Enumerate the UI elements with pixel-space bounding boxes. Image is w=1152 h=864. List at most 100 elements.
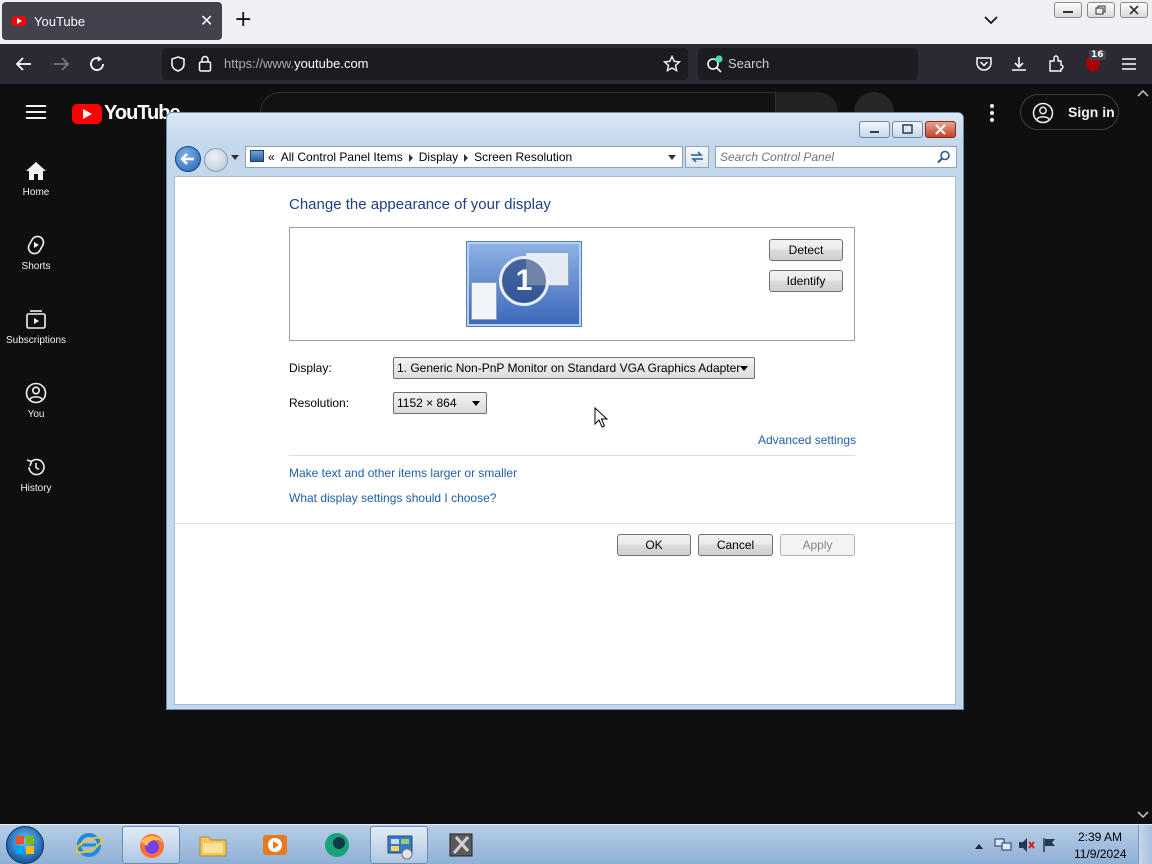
browser-search-bar[interactable]: Search [698, 48, 918, 80]
lock-icon[interactable] [198, 55, 212, 72]
youtube-logo-icon[interactable] [72, 104, 102, 124]
control-panel-icon [387, 835, 413, 860]
taskbar-control-panel[interactable] [370, 826, 428, 864]
resolution-select[interactable]: 1152 × 864 [393, 392, 487, 414]
sidebar-item-label: Home [22, 187, 50, 198]
url-text[interactable]: https://www.youtube.com [224, 56, 369, 71]
reload-icon[interactable] [88, 55, 106, 73]
taskbar-media-player[interactable] [246, 826, 304, 864]
bookmark-star-icon[interactable] [663, 55, 681, 73]
taskbar-internet-explorer[interactable] [60, 826, 118, 864]
downloads-icon[interactable] [1010, 55, 1028, 73]
text-size-link[interactable]: Make text and other items larger or smal… [289, 466, 517, 480]
address-bar[interactable]: « All Control Panel Items Display Screen R… [245, 146, 683, 168]
sidebar-item-label: Shorts [21, 261, 51, 272]
window-restore-button[interactable] [1087, 2, 1115, 18]
apply-button[interactable]: Apply [780, 534, 855, 556]
address-dropdown-icon[interactable] [668, 155, 676, 160]
monitor-number-badge: 1 [499, 256, 549, 306]
chevron-down-icon[interactable] [983, 12, 999, 28]
back-button[interactable] [175, 146, 201, 172]
forward-button[interactable] [204, 148, 228, 172]
breadcrumb-item[interactable]: Display [419, 150, 458, 164]
start-button[interactable] [6, 826, 44, 864]
monitor-1-tile[interactable]: 1 [466, 241, 582, 327]
display-label: Display: [289, 361, 332, 375]
window-title-bar[interactable] [167, 113, 963, 143]
taskbar-firefox[interactable] [122, 826, 180, 864]
more-options-icon[interactable] [990, 104, 994, 122]
refresh-icon [691, 151, 703, 163]
pocket-icon[interactable] [975, 55, 993, 73]
minimize-button[interactable] [859, 121, 890, 138]
dropdown-arrow-icon [740, 366, 748, 371]
sidebar-item-history[interactable]: History [0, 456, 72, 494]
sidebar-item-label: History [20, 483, 52, 494]
search-icon[interactable] [937, 150, 951, 164]
breadcrumb-arrow-icon[interactable] [408, 153, 413, 162]
url-bar[interactable]: https://www.youtube.com [162, 48, 688, 80]
cancel-button[interactable]: Cancel [698, 534, 773, 556]
sidebar-item-subscriptions[interactable]: Subscriptions [0, 308, 72, 346]
shorts-icon [27, 235, 45, 255]
window-minimize-button[interactable] [1054, 2, 1082, 18]
sidebar-item-shorts[interactable]: Shorts [0, 234, 72, 272]
tab-close-icon[interactable]: ✕ [200, 11, 213, 30]
clock-time[interactable]: 2:39 AM [1078, 830, 1122, 844]
youtube-favicon-icon [12, 16, 26, 26]
hamburger-menu-icon[interactable] [1120, 55, 1138, 73]
identify-button[interactable]: Identify [769, 270, 843, 292]
ok-button[interactable]: OK [617, 534, 691, 556]
resolution-label: Resolution: [289, 396, 350, 410]
divider [289, 455, 855, 456]
show-hidden-icons-icon[interactable] [974, 842, 984, 850]
back-arrow-icon[interactable] [15, 55, 33, 73]
app-tools-icon [449, 833, 473, 857]
address-toolbar: « All Control Panel Items Display Screen R… [167, 143, 963, 175]
resolution-select-value: 1152 × 864 [397, 396, 457, 410]
forward-arrow-icon[interactable] [52, 55, 70, 73]
clock-date[interactable]: 11/9/2024 [1074, 847, 1127, 861]
window-close-button[interactable] [1120, 2, 1148, 18]
browser-tab-youtube[interactable]: YouTube ✕ [2, 2, 222, 40]
app-green-icon [325, 833, 349, 857]
volume-muted-icon[interactable] [1018, 837, 1036, 853]
mouse-cursor-icon [594, 407, 608, 428]
display-select[interactable]: 1. Generic Non-PnP Monitor on Standard V… [393, 357, 755, 379]
sidebar-item-home[interactable]: Home [0, 160, 72, 198]
detect-button[interactable]: Detect [769, 239, 843, 261]
breadcrumb-arrow-icon[interactable] [464, 153, 469, 162]
sign-in-button[interactable]: Sign in [1020, 94, 1119, 130]
scroll-down-icon[interactable] [1137, 810, 1149, 820]
history-icon [26, 458, 45, 476]
recent-pages-dropdown-icon[interactable] [231, 155, 239, 160]
url-domain: youtube.com [294, 56, 369, 71]
sidebar-item-you[interactable]: You [0, 382, 72, 420]
maximize-button[interactable] [892, 121, 923, 138]
internet-explorer-icon [75, 833, 103, 857]
sidebar-item-label: You [27, 409, 45, 420]
extensions-icon[interactable] [1047, 55, 1065, 73]
divider [175, 523, 955, 524]
taskbar: 2:39 AM 11/9/2024 [0, 824, 1152, 864]
new-tab-icon[interactable]: + [234, 9, 252, 31]
close-button[interactable] [925, 121, 956, 138]
breadcrumb-overflow[interactable]: « [268, 150, 275, 164]
search-input[interactable] [720, 149, 930, 165]
search-control-panel[interactable] [715, 146, 957, 168]
extension-badge: 16 [1089, 50, 1106, 60]
action-center-flag-icon[interactable] [1042, 837, 1058, 853]
scroll-up-icon[interactable] [1137, 88, 1149, 98]
network-icon[interactable] [994, 837, 1012, 853]
display-settings-help-link[interactable]: What display settings should I choose? [289, 491, 496, 505]
taskbar-file-explorer[interactable] [184, 826, 242, 864]
guide-menu-icon[interactable] [26, 105, 46, 119]
advanced-settings-link[interactable]: Advanced settings [758, 433, 856, 447]
taskbar-app-green[interactable] [308, 826, 366, 864]
breadcrumb-item[interactable]: All Control Panel Items [281, 150, 403, 164]
breadcrumb-item[interactable]: Screen Resolution [474, 150, 572, 164]
refresh-button[interactable] [685, 146, 709, 168]
taskbar-app-tools[interactable] [432, 826, 490, 864]
shield-icon[interactable] [170, 56, 186, 72]
show-desktop-button[interactable] [1138, 825, 1152, 864]
